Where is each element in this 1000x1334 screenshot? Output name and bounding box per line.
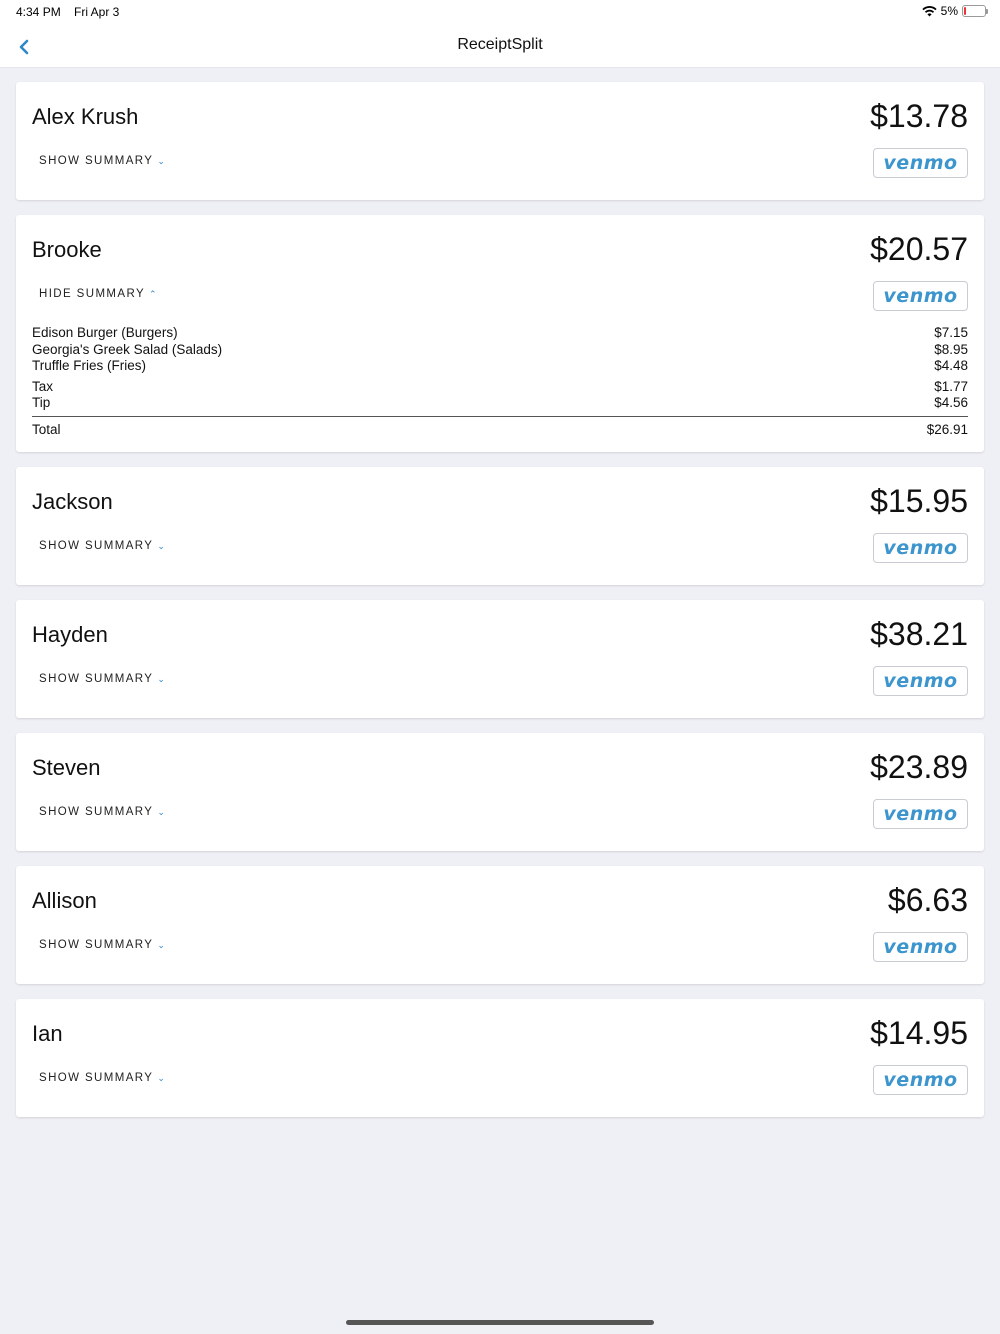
summary-item-row: Truffle Fries (Fries) $4.48	[32, 358, 968, 375]
status-date: Fri Apr 3	[74, 5, 120, 19]
chevron-up-icon: ⌃	[149, 288, 158, 299]
person-name: Brooke	[32, 237, 102, 262]
chevron-down-icon: ⌄	[157, 939, 167, 950]
navigation-bar: ReceiptSplit	[0, 24, 1000, 68]
show-summary-button[interactable]: SHOW SUMMARY ⌄	[39, 155, 166, 167]
person-name: Alex Krush	[32, 104, 139, 129]
summary-divider	[32, 415, 968, 417]
person-name: Ian	[32, 1021, 63, 1046]
page-title: ReceiptSplit	[457, 36, 543, 53]
show-summary-button[interactable]: SHOW SUMMARY ⌄	[39, 939, 166, 951]
summary-item-row: Georgia's Greek Salad (Salads) $8.95	[32, 342, 968, 359]
toggle-label: SHOW SUMMARY	[39, 155, 154, 167]
show-summary-button[interactable]: SHOW SUMMARY ⌄	[39, 540, 166, 552]
venmo-button[interactable]: venmo	[873, 148, 968, 178]
person-card: Steven $23.89 SHOW SUMMARY ⌄ venmo	[16, 733, 984, 851]
chevron-down-icon: ⌄	[157, 673, 167, 684]
person-card: Hayden $38.21 SHOW SUMMARY ⌄ venmo	[16, 600, 984, 718]
venmo-button[interactable]: venmo	[873, 1065, 968, 1095]
person-card: Jackson $15.95 SHOW SUMMARY ⌄ venmo	[16, 467, 984, 585]
summary-total-row: Total $26.91	[32, 422, 968, 439]
person-name: Hayden	[32, 622, 108, 647]
hide-summary-button[interactable]: HIDE SUMMARY ⌃	[39, 288, 158, 300]
person-amount: $15.95	[870, 483, 968, 519]
total-label: Total	[32, 421, 61, 437]
toggle-label: SHOW SUMMARY	[39, 1072, 154, 1084]
item-label: Truffle Fries (Fries)	[32, 358, 147, 373]
chevron-down-icon: ⌄	[157, 155, 167, 166]
status-time: 4:34 PM	[16, 5, 61, 19]
person-name: Steven	[32, 755, 101, 780]
tax-value: $1.77	[934, 378, 968, 394]
total-value: $26.91	[926, 421, 968, 437]
venmo-button[interactable]: venmo	[873, 932, 968, 962]
person-card: Alex Krush $13.78 SHOW SUMMARY ⌄ venmo	[16, 82, 984, 200]
summary-tax-row: Tax $1.77	[32, 379, 968, 396]
chevron-down-icon: ⌄	[157, 1072, 167, 1083]
chevron-down-icon: ⌄	[157, 540, 167, 551]
tax-label: Tax	[32, 378, 54, 394]
tip-value: $4.56	[934, 395, 968, 410]
summary-panel: Edison Burger (Burgers) $7.15 Georgia's …	[32, 325, 968, 452]
toggle-label: SHOW SUMMARY	[39, 673, 154, 685]
person-amount: $14.95	[870, 1015, 968, 1051]
show-summary-button[interactable]: SHOW SUMMARY ⌄	[39, 1072, 166, 1084]
chevron-down-icon: ⌄	[157, 806, 167, 817]
toggle-label: HIDE SUMMARY	[39, 288, 146, 300]
person-amount: $23.89	[870, 749, 968, 785]
person-card: Brooke $20.57 HIDE SUMMARY ⌃ venmo Ediso…	[16, 215, 984, 452]
person-amount: $6.63	[887, 882, 968, 918]
summary-tip-row: Tip $4.56	[32, 395, 968, 412]
item-label: Georgia's Greek Salad (Salads)	[32, 341, 223, 357]
person-amount: $20.57	[870, 231, 968, 267]
tip-label: Tip	[32, 395, 51, 410]
toggle-label: SHOW SUMMARY	[39, 939, 154, 951]
venmo-button[interactable]: venmo	[873, 281, 968, 311]
home-indicator[interactable]	[346, 1320, 654, 1325]
venmo-button[interactable]: venmo	[873, 799, 968, 829]
battery-percent: 5%	[940, 4, 958, 18]
person-card: Allison $6.63 SHOW SUMMARY ⌄ venmo	[16, 866, 984, 984]
venmo-button[interactable]: venmo	[873, 533, 968, 563]
person-card: Ian $14.95 SHOW SUMMARY ⌄ venmo	[16, 999, 984, 1117]
person-amount: $13.78	[870, 98, 968, 134]
toggle-label: SHOW SUMMARY	[39, 806, 154, 818]
show-summary-button[interactable]: SHOW SUMMARY ⌄	[39, 673, 166, 685]
person-name: Allison	[32, 888, 97, 913]
item-price: $8.95	[934, 341, 968, 357]
status-indicators: 5%	[922, 4, 988, 18]
battery-icon	[962, 5, 988, 17]
status-bar: 4:34 PM Fri Apr 3 5%	[0, 0, 1000, 24]
toggle-label: SHOW SUMMARY	[39, 540, 154, 552]
person-amount: $38.21	[870, 616, 968, 652]
item-price: $4.48	[934, 358, 968, 373]
show-summary-button[interactable]: SHOW SUMMARY ⌄	[39, 806, 166, 818]
person-list: Alex Krush $13.78 SHOW SUMMARY ⌄ venmo B…	[16, 82, 984, 1132]
venmo-button[interactable]: venmo	[873, 666, 968, 696]
person-name: Jackson	[32, 489, 113, 514]
wifi-icon	[922, 5, 937, 16]
